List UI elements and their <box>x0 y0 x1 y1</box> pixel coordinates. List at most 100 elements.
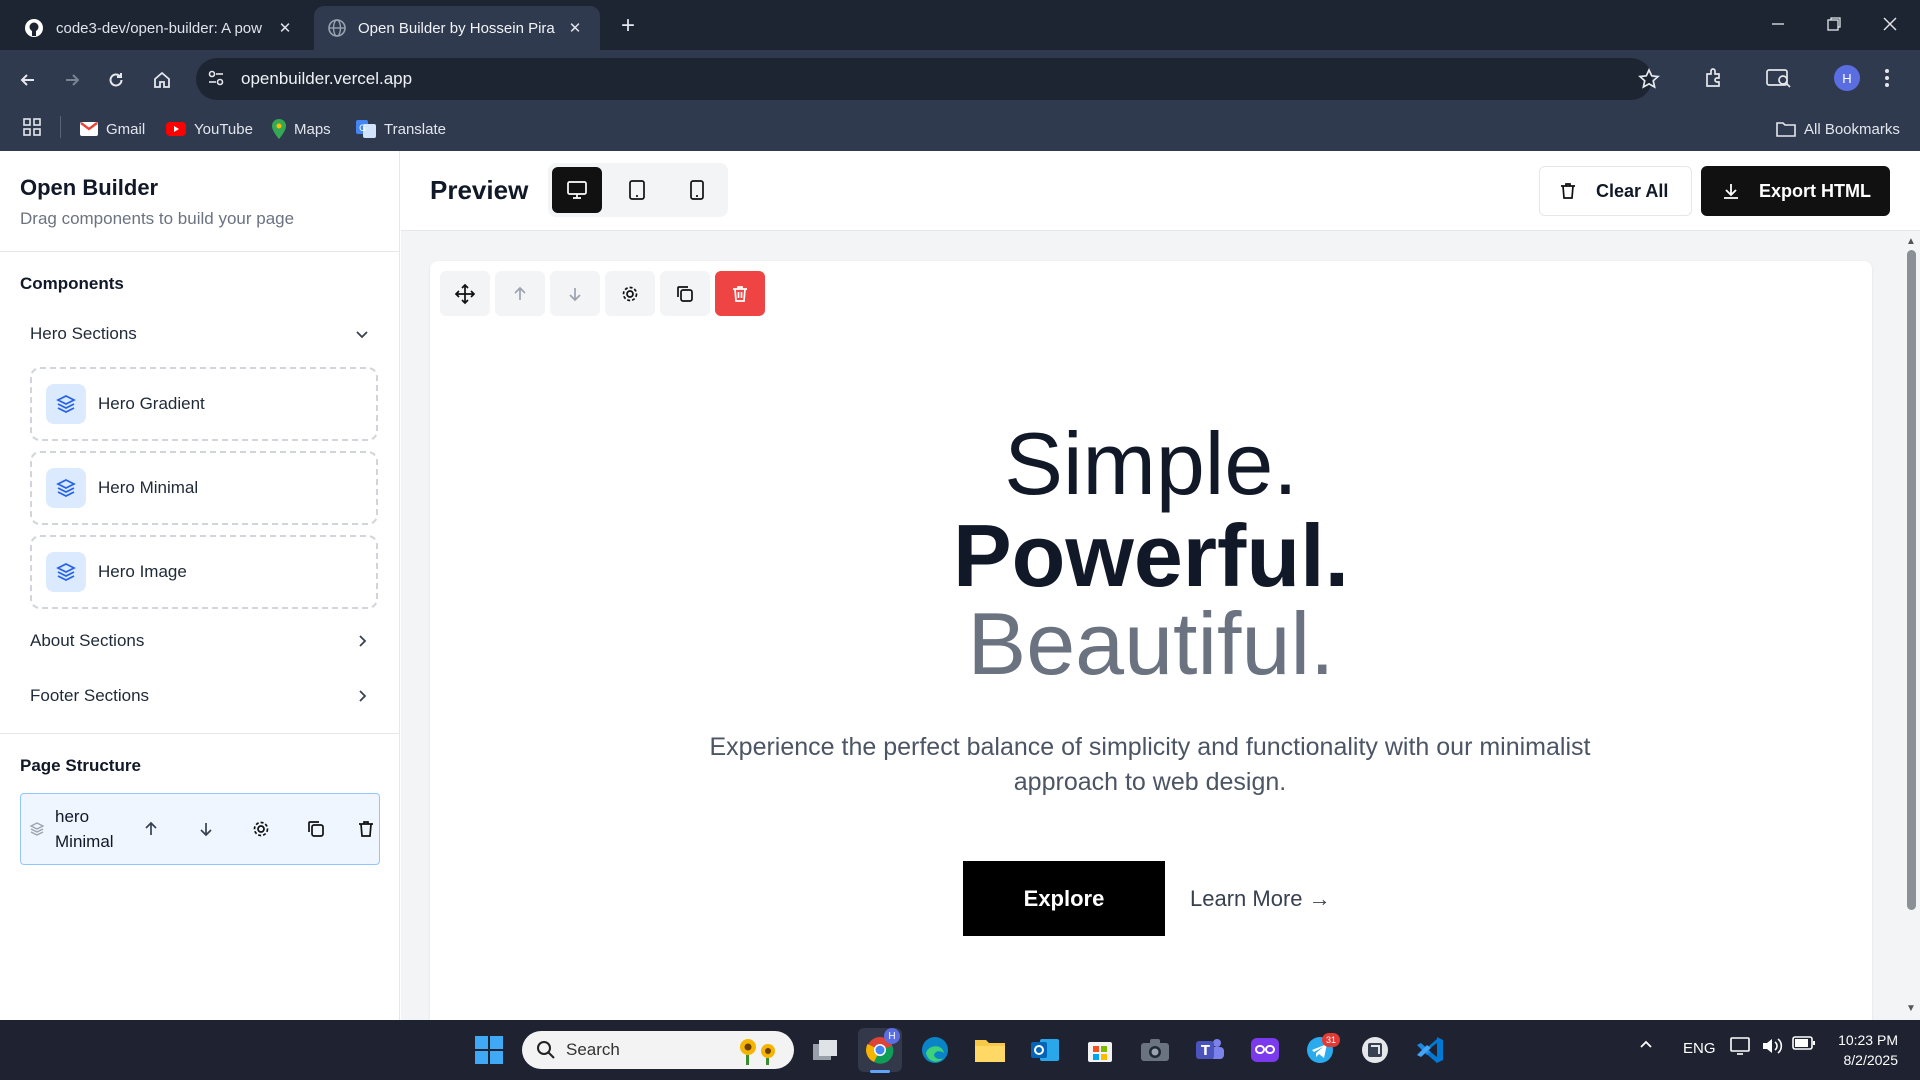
taskbar-search[interactable]: Search <box>522 1031 794 1069</box>
move-up-icon[interactable] <box>133 811 169 847</box>
clock-date: 8/2/2025 <box>1843 1052 1899 1068</box>
edge-icon[interactable] <box>913 1028 957 1072</box>
microsoft-store-icon[interactable] <box>1078 1028 1122 1072</box>
more-menu-icon[interactable] <box>1884 67 1890 89</box>
clock[interactable]: 10:23 PM 8/2/2025 <box>1834 1030 1898 1070</box>
component-label: Hero Image <box>98 562 187 581</box>
battery-icon[interactable] <box>1792 1036 1816 1050</box>
scrollbar-thumb[interactable] <box>1907 250 1916 910</box>
camera-icon[interactable] <box>1133 1028 1177 1072</box>
bookmark-gmail[interactable]: Gmail <box>80 114 145 144</box>
trash-icon <box>730 284 750 304</box>
move-down-icon[interactable] <box>188 811 224 847</box>
tablet-icon <box>629 180 645 200</box>
address-bar[interactable] <box>196 58 1652 100</box>
globe-icon <box>328 19 346 37</box>
section-delete-button[interactable] <box>715 271 765 316</box>
profile-avatar[interactable]: H <box>1834 65 1860 91</box>
trash-icon[interactable] <box>352 811 380 847</box>
windows-taskbar <box>0 1020 1920 1080</box>
vscode-icon[interactable] <box>1408 1028 1452 1072</box>
section-duplicate-button[interactable] <box>660 271 710 316</box>
chevron-down-icon <box>354 326 370 342</box>
browser-tab-github[interactable]: code3-dev/open-builder: A pow ✕ <box>10 6 310 50</box>
bookmark-translate[interactable]: G Translate <box>356 114 446 144</box>
reload-button[interactable] <box>98 62 134 98</box>
url-text[interactable]: openbuilder.vercel.app <box>241 69 412 89</box>
close-tab-icon[interactable]: ✕ <box>274 17 296 39</box>
export-html-label: Export HTML <box>1759 180 1871 201</box>
divider <box>0 733 400 734</box>
extensions-icon[interactable] <box>1702 66 1726 90</box>
new-tab-button[interactable]: + <box>614 12 642 40</box>
back-button[interactable] <box>10 62 46 98</box>
section-settings-button[interactable] <box>605 271 655 316</box>
clear-all-button[interactable]: Clear All <box>1539 166 1692 216</box>
search-placeholder: Search <box>566 1040 620 1059</box>
group-label: About Sections <box>30 631 145 650</box>
all-bookmarks[interactable]: All Bookmarks <box>1776 114 1900 144</box>
apps-grid-icon[interactable] <box>22 117 42 137</box>
clear-all-label: Clear All <box>1596 180 1669 201</box>
copilot-app-icon[interactable] <box>1243 1028 1287 1072</box>
duplicate-icon[interactable] <box>298 811 334 847</box>
forward-button[interactable] <box>54 62 90 98</box>
outlook-icon[interactable] <box>1023 1028 1067 1072</box>
tab-title: Open Builder by Hossein Pira <box>358 19 555 37</box>
show-hidden-icons-chevron-icon[interactable] <box>1638 1036 1654 1052</box>
settings-gear-icon[interactable] <box>243 811 279 847</box>
tablet-view-button[interactable] <box>612 167 662 213</box>
section-move-down-button[interactable] <box>550 271 600 316</box>
drag-layers-icon[interactable] <box>29 821 45 837</box>
group-hero-sections[interactable]: Hero Sections <box>30 319 370 349</box>
sunflower-search-highlight-icon <box>734 1035 784 1065</box>
app-icon-generic[interactable] <box>1353 1028 1397 1072</box>
chevron-right-icon <box>354 633 370 649</box>
scroll-up-arrow-icon[interactable]: ▲ <box>1906 236 1916 247</box>
volume-icon[interactable] <box>1761 1036 1783 1056</box>
group-footer-sections[interactable]: Footer Sections <box>30 681 370 711</box>
bookmark-youtube[interactable]: YouTube <box>166 114 253 144</box>
task-view-icon[interactable] <box>803 1028 847 1072</box>
close-tab-icon[interactable]: ✕ <box>564 17 586 39</box>
component-hero-image[interactable]: Hero Image <box>30 535 378 609</box>
bookmark-star-icon[interactable] <box>1638 68 1660 90</box>
component-hero-minimal[interactable]: Hero Minimal <box>30 451 378 525</box>
file-explorer-icon[interactable] <box>968 1028 1012 1072</box>
browser-tab-open-builder[interactable]: Open Builder by Hossein Pira ✕ <box>314 6 600 50</box>
start-button[interactable] <box>467 1028 511 1072</box>
site-info-icon[interactable] <box>206 68 226 88</box>
bookmark-label: Maps <box>294 120 331 138</box>
search-icon <box>536 1040 556 1060</box>
section-move-up-button[interactable] <box>495 271 545 316</box>
bookmark-label: Gmail <box>106 120 146 138</box>
restore-button[interactable] <box>1806 0 1862 48</box>
scroll-down-arrow-icon[interactable]: ▼ <box>1906 1003 1916 1014</box>
tab-search-icon[interactable] <box>1766 67 1792 89</box>
minimize-button[interactable] <box>1750 0 1806 48</box>
mobile-view-button[interactable] <box>672 167 722 213</box>
group-about-sections[interactable]: About Sections <box>30 626 370 656</box>
tab-title: code3-dev/open-builder: A pow <box>56 19 262 37</box>
bookmark-maps[interactable]: Maps <box>272 114 331 144</box>
input-language[interactable]: ENG <box>1683 1040 1716 1057</box>
home-button[interactable] <box>144 62 180 98</box>
network-display-icon[interactable] <box>1730 1036 1752 1056</box>
github-icon <box>24 18 44 38</box>
structure-item-variant: Minimal <box>55 832 114 851</box>
layers-icon <box>46 384 86 424</box>
gmail-icon <box>80 122 98 136</box>
teams-icon[interactable]: T <box>1188 1028 1232 1072</box>
desktop-view-button[interactable] <box>552 167 602 213</box>
translate-icon: G <box>356 120 376 138</box>
component-hero-gradient[interactable]: Hero Gradient <box>30 367 378 441</box>
export-html-button[interactable]: Export HTML <box>1701 166 1890 216</box>
drag-move-button[interactable] <box>440 271 490 316</box>
structure-item-type: hero <box>55 807 90 826</box>
close-window-button[interactable] <box>1862 0 1918 48</box>
youtube-icon <box>166 122 186 136</box>
learn-more-link[interactable]: Learn More → <box>1190 861 1331 936</box>
arrow-down-icon <box>566 285 584 303</box>
component-label: Hero Minimal <box>98 478 199 497</box>
explore-button[interactable]: Explore <box>963 861 1165 936</box>
